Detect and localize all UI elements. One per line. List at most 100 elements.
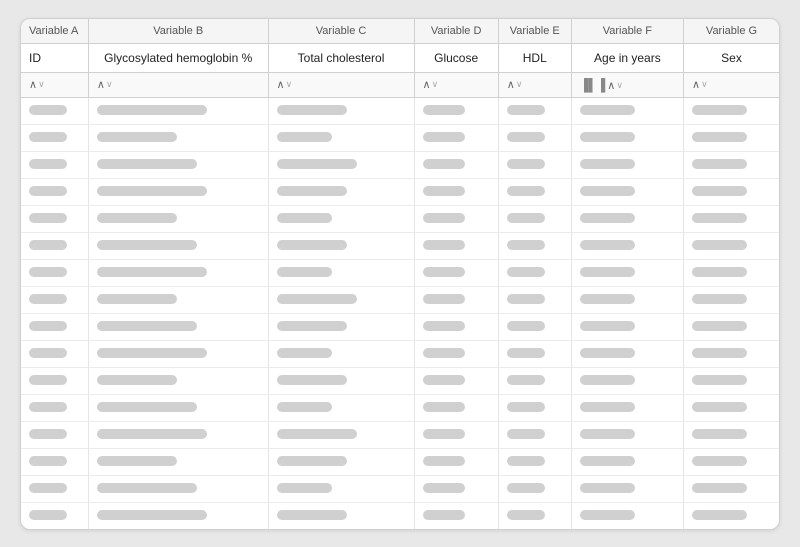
var-header-a: Variable A <box>21 19 88 44</box>
cell-age <box>571 205 683 232</box>
sort-e[interactable]: ∧∨ <box>498 72 571 97</box>
cell-glyco <box>88 97 268 124</box>
sort-c[interactable]: ∧∨ <box>268 72 414 97</box>
cell-glucose <box>414 502 498 529</box>
cell-id <box>21 205 88 232</box>
cell-id <box>21 259 88 286</box>
table-row <box>21 448 779 475</box>
data-table: Variable A Variable B Variable C Variabl… <box>20 18 780 530</box>
cell-hdl <box>498 502 571 529</box>
cell-age <box>571 313 683 340</box>
cell-sex <box>684 394 779 421</box>
cell-sex <box>684 367 779 394</box>
table-row <box>21 394 779 421</box>
cell-sex <box>684 502 779 529</box>
cell-id <box>21 232 88 259</box>
cell-glyco <box>88 205 268 232</box>
cell-glucose <box>414 421 498 448</box>
var-header-f: Variable F <box>571 19 683 44</box>
variable-header-row: Variable A Variable B Variable C Variabl… <box>21 19 779 44</box>
filter-row[interactable]: ∧∨ ∧∨ ∧∨ ∧∨ ∧∨ ▐▌▐∧∨ ∧∨ <box>21 72 779 97</box>
sort-b[interactable]: ∧∨ <box>88 72 268 97</box>
cell-cholesterol <box>268 394 414 421</box>
cell-glucose <box>414 367 498 394</box>
cell-glucose <box>414 448 498 475</box>
cell-hdl <box>498 124 571 151</box>
cell-age <box>571 232 683 259</box>
cell-id <box>21 502 88 529</box>
sort-d[interactable]: ∧∨ <box>414 72 498 97</box>
cell-age <box>571 475 683 502</box>
cell-cholesterol <box>268 205 414 232</box>
table-row <box>21 502 779 529</box>
table-row <box>21 259 779 286</box>
cell-hdl <box>498 151 571 178</box>
cell-hdl <box>498 367 571 394</box>
cell-id <box>21 394 88 421</box>
field-header-hdl: HDL <box>498 43 571 72</box>
cell-sex <box>684 97 779 124</box>
cell-cholesterol <box>268 448 414 475</box>
cell-glyco <box>88 421 268 448</box>
cell-glucose <box>414 340 498 367</box>
cell-glucose <box>414 124 498 151</box>
cell-sex <box>684 421 779 448</box>
cell-glucose <box>414 151 498 178</box>
table-row <box>21 367 779 394</box>
cell-age <box>571 286 683 313</box>
cell-sex <box>684 205 779 232</box>
cell-hdl <box>498 394 571 421</box>
cell-glyco <box>88 475 268 502</box>
cell-glucose <box>414 205 498 232</box>
cell-glucose <box>414 313 498 340</box>
cell-sex <box>684 124 779 151</box>
table-row <box>21 421 779 448</box>
cell-id <box>21 475 88 502</box>
sort-a[interactable]: ∧∨ <box>21 72 88 97</box>
field-header-sex: Sex <box>684 43 779 72</box>
cell-glyco <box>88 124 268 151</box>
table-row <box>21 475 779 502</box>
cell-age <box>571 502 683 529</box>
var-header-g: Variable G <box>684 19 779 44</box>
cell-cholesterol <box>268 340 414 367</box>
table-row <box>21 124 779 151</box>
cell-hdl <box>498 97 571 124</box>
cell-cholesterol <box>268 286 414 313</box>
cell-glyco <box>88 151 268 178</box>
cell-hdl <box>498 286 571 313</box>
table-row <box>21 340 779 367</box>
cell-hdl <box>498 259 571 286</box>
cell-id <box>21 340 88 367</box>
cell-glyco <box>88 259 268 286</box>
cell-age <box>571 340 683 367</box>
cell-glucose <box>414 286 498 313</box>
cell-id <box>21 367 88 394</box>
cell-hdl <box>498 475 571 502</box>
cell-glyco <box>88 313 268 340</box>
data-body <box>21 97 779 529</box>
sort-f[interactable]: ▐▌▐∧∨ <box>571 72 683 97</box>
table-row <box>21 178 779 205</box>
cell-cholesterol <box>268 151 414 178</box>
var-header-d: Variable D <box>414 19 498 44</box>
cell-age <box>571 151 683 178</box>
field-header-age: Age in years <box>571 43 683 72</box>
cell-cholesterol <box>268 421 414 448</box>
cell-age <box>571 421 683 448</box>
cell-sex <box>684 259 779 286</box>
table-row <box>21 232 779 259</box>
cell-id <box>21 124 88 151</box>
cell-glucose <box>414 475 498 502</box>
field-header-glyco: Glycosylated hemoglobin % <box>88 43 268 72</box>
sort-g[interactable]: ∧∨ <box>684 72 779 97</box>
cell-cholesterol <box>268 178 414 205</box>
cell-glucose <box>414 178 498 205</box>
cell-id <box>21 448 88 475</box>
table-row <box>21 205 779 232</box>
cell-glyco <box>88 394 268 421</box>
var-header-e: Variable E <box>498 19 571 44</box>
cell-cholesterol <box>268 502 414 529</box>
field-header-glucose: Glucose <box>414 43 498 72</box>
cell-hdl <box>498 178 571 205</box>
